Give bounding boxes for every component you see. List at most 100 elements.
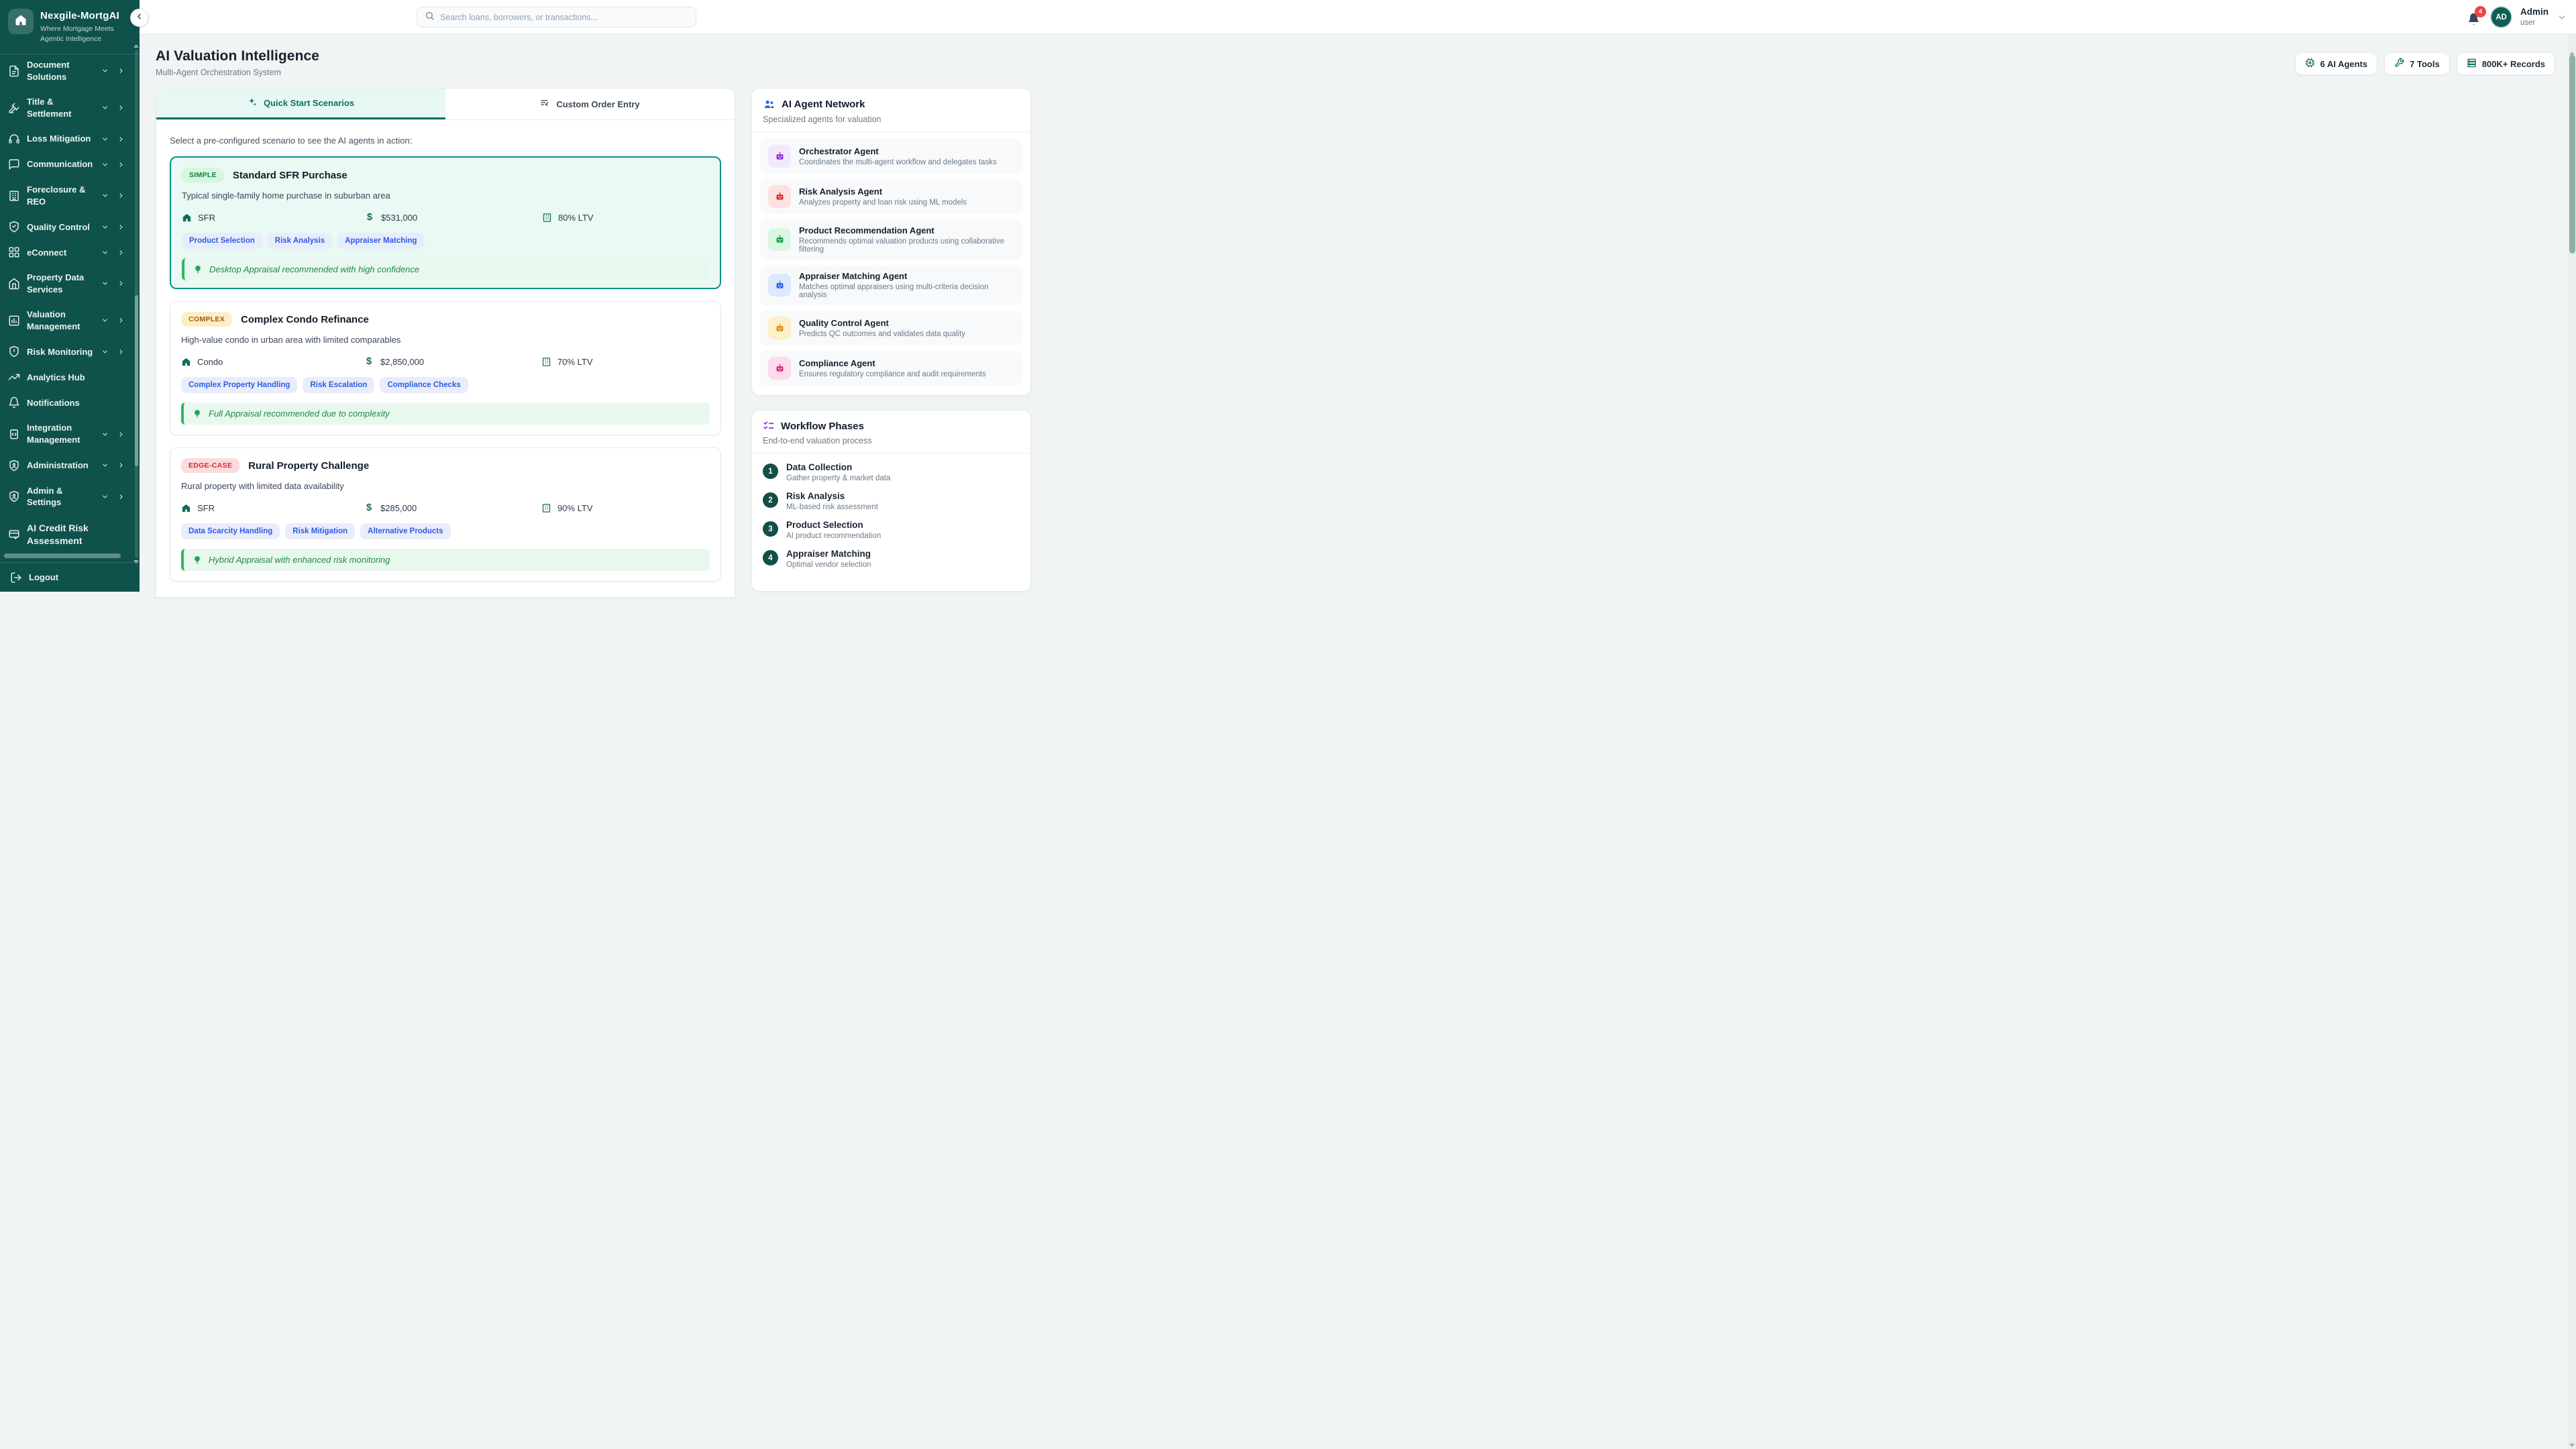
chevron-down-icon[interactable] [101,280,109,287]
sidebar-item-ai-credit-risk-assessment[interactable]: AI Credit Risk Assessment [8,515,125,554]
agent-description: Ensures regulatory compliance and audit … [799,370,986,378]
sidebar-scrollbar-thumb[interactable] [135,295,138,466]
sparkles-icon [248,97,258,109]
chevron-down-icon[interactable] [101,348,109,356]
panel-title: AI Agent Network [782,99,865,110]
tab-quick-start-scenarios[interactable]: Quick Start Scenarios [156,89,445,119]
chevron-down-icon[interactable] [101,223,109,231]
chevron-down-icon[interactable] [101,192,109,199]
scenario-card-standard-sfr-purchase[interactable]: SIMPLE Standard SFR Purchase Typical sin… [170,156,721,289]
sidebar-scroll-up-icon[interactable] [133,44,139,48]
brand-logo [8,9,34,34]
sidebar-item-quality-control[interactable]: Quality Control [8,214,125,239]
sidebar-item-integration-management[interactable]: Integration Management [8,415,125,452]
chevron-down-icon[interactable] [101,493,109,500]
phase-title: Data Collection [786,462,890,472]
page-scrollbar-thumb[interactable] [2569,55,2575,254]
tab-label: Quick Start Scenarios [264,98,354,108]
chevron-right-icon[interactable] [117,462,125,469]
house-icon [14,13,28,30]
shield-user-icon [8,490,20,502]
phase-description: Gather property & market data [786,474,890,482]
stat-label: 7 Tools [2410,59,2440,69]
stat-label: 6 AI Agents [2320,59,2368,69]
sidebar-item-label: Loss Mitigation [27,133,95,145]
chevron-right-icon[interactable] [117,104,125,111]
phase-description: AI product recommendation [786,532,881,540]
scenario-card-complex-condo-refinance[interactable]: COMPLEX Complex Condo Refinance High-val… [170,301,721,435]
sidebar-item-econnect[interactable]: eConnect [8,239,125,265]
credit-card-check-icon [8,529,20,541]
chevron-down-icon[interactable] [101,431,109,438]
building-icon [541,503,551,513]
agent-name: Product Recommendation Agent [799,225,1014,235]
capability-tag: Appraiser Matching [337,233,424,249]
workflow-phase-1: 1 Data Collection Gather property & mark… [763,462,1020,482]
database-icon [2467,58,2477,70]
sidebar-item-label: Valuation Management [27,309,95,332]
chevron-down-icon[interactable] [101,317,109,324]
chevron-right-icon[interactable] [117,136,125,143]
sidebar-item-loss-mitigation[interactable]: Loss Mitigation [8,126,125,152]
chevron-right-icon[interactable] [117,493,125,500]
sidebar-item-admin-settings[interactable]: Admin & Settings [8,478,125,515]
sidebar-item-communication[interactable]: Communication [8,152,125,177]
chevron-right-icon[interactable] [117,161,125,168]
sidebar-horizontal-scrollbar-thumb[interactable] [4,553,121,558]
chevron-down-icon[interactable] [101,104,109,111]
chevron-right-icon[interactable] [117,348,125,356]
sidebar-item-valuation-management[interactable]: Valuation Management [8,302,125,339]
phase-description: ML-based risk assessment [786,503,878,511]
bar-chart-icon [8,315,20,327]
sidebar-item-document-solutions[interactable]: Document Solutions [8,52,125,89]
capability-tag: Product Selection [182,233,262,249]
chevron-down-icon[interactable] [2557,13,2567,22]
chevron-right-icon[interactable] [117,431,125,438]
global-search[interactable] [417,7,696,28]
page-scrollbar-track[interactable] [2568,25,2576,1449]
avatar[interactable]: AD [2491,7,2512,28]
chevron-right-icon[interactable] [117,192,125,199]
scenario-card-rural-property-challenge[interactable]: EDGE-CASE Rural Property Challenge Rural… [170,447,721,582]
page-scroll-down-icon[interactable] [2569,1444,2575,1447]
stat-records-button[interactable]: 800K+ Records [2457,52,2555,75]
dollar-icon: $ [364,212,375,223]
sidebar-item-risk-monitoring[interactable]: Risk Monitoring [8,339,125,364]
sidebar-item-title-settlement[interactable]: Title & Settlement [8,89,125,126]
chevron-right-icon[interactable] [117,249,125,256]
sidebar-item-administration[interactable]: Administration [8,453,125,478]
sidebar-item-foreclosure-reo[interactable]: Foreclosure & REO [8,177,125,214]
agent-orchestrator: Orchestrator Agent Coordinates the multi… [760,139,1022,174]
stat-tools-button[interactable]: 7 Tools [2384,52,2450,75]
lightbulb-icon [193,265,203,274]
capability-tag: Risk Mitigation [285,523,355,539]
chevron-right-icon[interactable] [117,67,125,74]
scenario-description: Rural property with limited data availab… [181,481,710,491]
dollar-icon: $ [364,502,374,513]
scenario-hint: Select a pre-configured scenario to see … [170,136,735,146]
sidebar-item-notifications[interactable]: Notifications [8,390,125,415]
chevron-right-icon[interactable] [117,280,125,287]
sidebar-item-analytics-hub[interactable]: Analytics Hub [8,364,125,390]
sidebar-item-label: Risk Monitoring [27,346,95,358]
chevron-down-icon[interactable] [101,462,109,469]
tab-custom-order-entry[interactable]: Custom Order Entry [445,89,735,119]
page-subtitle: Multi-Agent Orchestration System [156,68,281,77]
chevron-down-icon[interactable] [101,67,109,74]
loan-amount-fact: $ $2,850,000 [364,356,541,367]
notifications-button[interactable]: 4 [2465,9,2482,26]
agent-appraiser-matching: Appraiser Matching Agent Matches optimal… [760,265,1022,305]
sidebar-collapse-button[interactable] [130,9,148,27]
sidebar-item-label: AI Credit Risk Assessment [27,522,98,547]
robot-icon [768,317,791,339]
chevron-right-icon[interactable] [117,317,125,324]
chevron-down-icon[interactable] [101,161,109,168]
stat-ai-agents-button[interactable]: 6 AI Agents [2295,52,2378,75]
logout-button[interactable]: Logout [0,562,140,592]
chevron-down-icon[interactable] [101,136,109,143]
search-input[interactable] [440,13,688,22]
user-menu[interactable]: Admin user [2520,7,2548,28]
chevron-down-icon[interactable] [101,249,109,256]
sidebar-item-property-data-services[interactable]: Property Data Services [8,265,125,302]
chevron-right-icon[interactable] [117,223,125,231]
